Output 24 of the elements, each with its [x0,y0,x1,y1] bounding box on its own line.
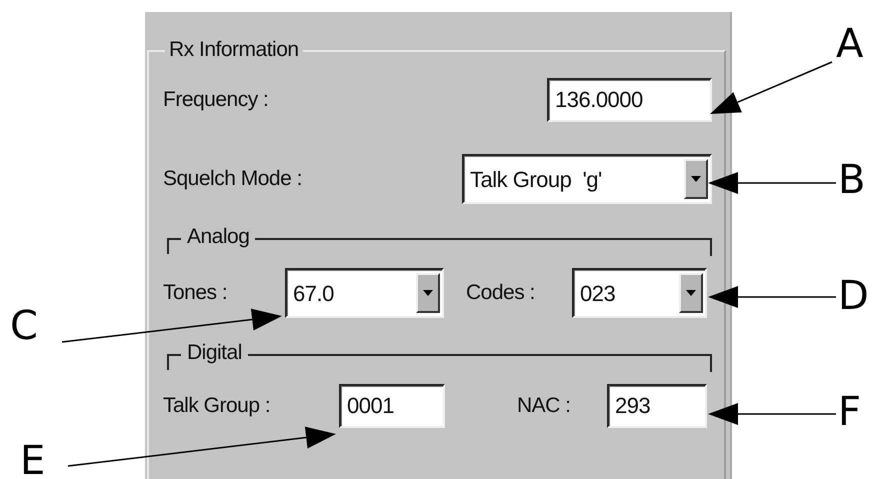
dropdown-button[interactable] [416,273,440,313]
callout-letter: E [20,441,46,479]
input-field[interactable]: 136.0000 [547,78,712,122]
dropdown-button[interactable] [684,159,708,199]
callout-letter: A [836,24,864,64]
field-label: NAC : [517,393,572,420]
field-label: Frequency : [163,87,268,114]
dropdown-field[interactable]: 023 [572,268,707,318]
field-label: Tones : [163,280,228,306]
callout-letter: F [838,392,862,432]
dropdown-button[interactable] [679,273,703,313]
dropdown-field[interactable]: 67.0 [285,268,444,318]
caret-icon [423,290,433,296]
field-label: Squelch Mode : [163,166,302,192]
callout-letter: B [838,160,866,200]
input-field[interactable]: 0001 [339,384,445,428]
input-field[interactable]: 293 [607,384,707,428]
callout-letter: C [10,306,38,346]
callout-letter: D [838,276,869,316]
field-label: Codes : [466,280,536,306]
caret-icon [691,176,701,182]
dropdown-field[interactable]: Talk Group 'g' [462,154,712,204]
field-label: Talk Group : [163,393,272,420]
caret-icon [686,290,696,296]
